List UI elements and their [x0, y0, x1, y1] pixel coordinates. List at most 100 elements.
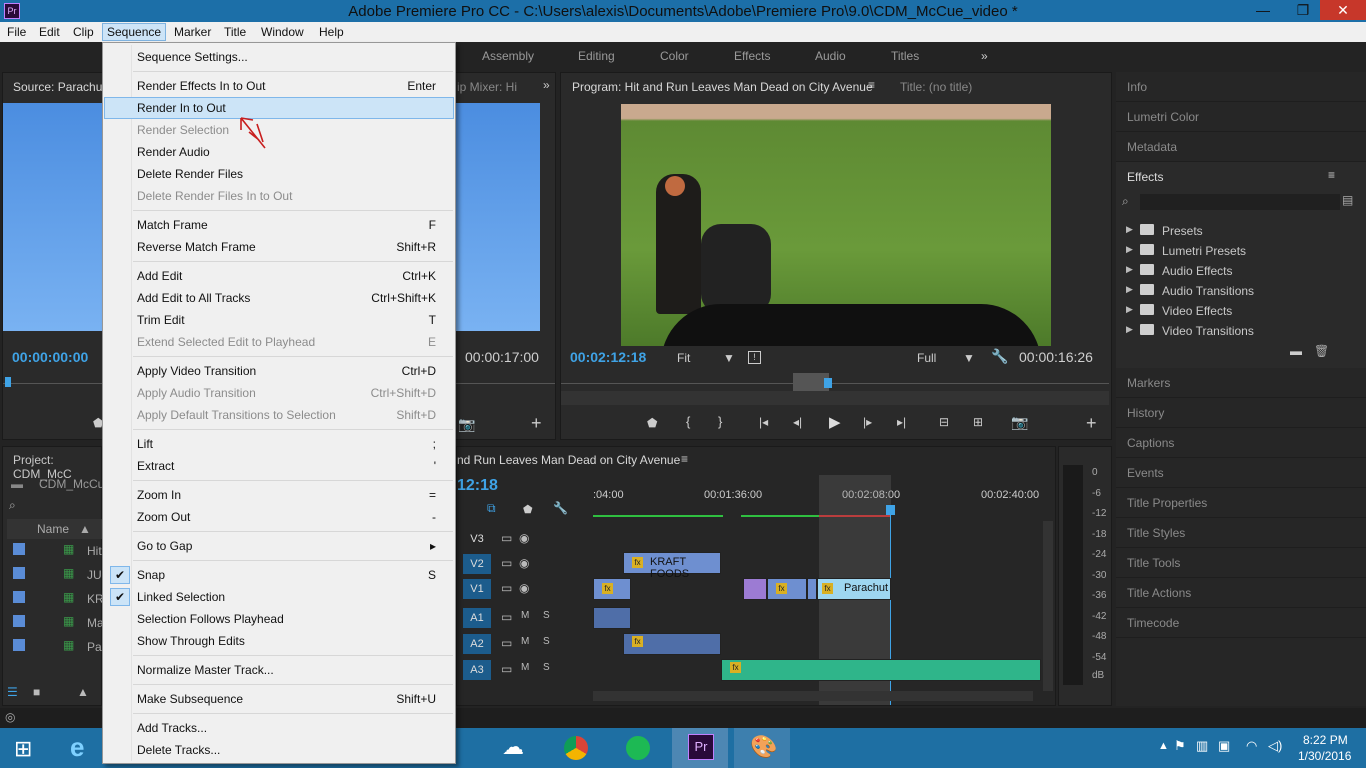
label-color-swatch[interactable]	[13, 567, 25, 579]
menu-item-apply-audio-transition[interactable]: Apply Audio Transition Ctrl+Shift+D	[104, 382, 454, 404]
panel-captions[interactable]: Captions	[1116, 428, 1366, 458]
menu-item-sequence-settings[interactable]: Sequence Settings...	[104, 46, 454, 68]
chrome-icon[interactable]	[548, 728, 604, 768]
expand-arrow-icon[interactable]: ▶	[1126, 264, 1133, 275]
menu-item-apply-default-transitions[interactable]: Apply Default Transitions to Selection Sh…	[104, 404, 454, 426]
menu-title[interactable]: Title	[224, 25, 246, 39]
menu-item-delete-render-files[interactable]: Delete Render Files	[104, 163, 454, 185]
menu-item-add-edit[interactable]: Add Edit Ctrl+K	[104, 265, 454, 287]
premiere-taskbar-icon[interactable]: Pr	[672, 728, 728, 768]
project-item[interactable]: Hit	[87, 544, 102, 558]
menu-item-show-through-edits[interactable]: Show Through Edits	[104, 630, 454, 652]
expand-arrow-icon[interactable]: ▶	[1126, 324, 1133, 335]
effects-item-video-effects[interactable]: ▶ Video Effects	[1122, 300, 1342, 320]
workspace-titles[interactable]: Titles	[891, 49, 919, 63]
source-title[interactable]: Source: Parachute	[13, 80, 112, 94]
list-view-icon[interactable]: ☰	[7, 685, 18, 699]
start-button[interactable]: ⊞	[0, 728, 56, 768]
volume-icon[interactable]: ◁)	[1268, 738, 1282, 754]
track-v2-label[interactable]: V2	[463, 554, 491, 574]
mark-out-icon[interactable]: }	[718, 414, 722, 429]
solo-button[interactable]: S	[543, 636, 550, 647]
label-color-swatch[interactable]	[13, 615, 25, 627]
menu-item-zoom-in[interactable]: Zoom In =	[104, 484, 454, 506]
workspace-audio[interactable]: Audio	[815, 49, 846, 63]
clock-date[interactable]: 1/30/2016	[1298, 749, 1351, 763]
menu-item-match-frame[interactable]: Match Frame F	[104, 214, 454, 236]
paint-taskbar-icon[interactable]: 🎨	[734, 728, 790, 768]
menu-item-render-audio[interactable]: Render Audio	[104, 141, 454, 163]
col-name-header[interactable]: Name	[37, 522, 69, 536]
menu-item-render-selection[interactable]: Render Selection	[104, 119, 454, 141]
export-frame-icon[interactable]: 📷	[1011, 414, 1028, 431]
program-playhead[interactable]	[824, 378, 832, 388]
close-button[interactable]: ✕	[1320, 0, 1366, 20]
panel-events[interactable]: Events	[1116, 458, 1366, 488]
effects-title[interactable]: Effects	[1127, 170, 1163, 184]
audio-clip-a1[interactable]	[593, 607, 631, 629]
clip-v1[interactable]	[807, 578, 817, 600]
clip-parachute[interactable]: fx Parachut	[817, 578, 891, 600]
menu-clip[interactable]: Clip	[73, 25, 94, 39]
film-icon[interactable]: ▭	[501, 556, 512, 570]
panel-overflow-icon[interactable]: »	[543, 78, 550, 92]
status-icon[interactable]: ◎	[5, 710, 15, 724]
menu-item-extend-edit[interactable]: Extend Selected Edit to Playhead E	[104, 331, 454, 353]
mark-in-icon[interactable]: {	[686, 414, 690, 429]
label-color-swatch[interactable]	[13, 543, 25, 555]
menu-file[interactable]: File	[7, 25, 26, 39]
menu-item-trim-edit[interactable]: Trim Edit T	[104, 309, 454, 331]
track-a3-label[interactable]: A3	[463, 660, 491, 680]
mute-button[interactable]: M	[521, 610, 529, 621]
quality-dropdown[interactable]: Full ▼	[917, 351, 977, 367]
workspace-color[interactable]: Color	[660, 49, 689, 63]
source-timecode-in[interactable]: 00:00:00:00	[12, 349, 88, 365]
menu-item-normalize-master[interactable]: Normalize Master Track...	[104, 659, 454, 681]
menu-item-selection-follows-playhead[interactable]: Selection Follows Playhead	[104, 608, 454, 630]
workspace-editing[interactable]: Editing	[578, 49, 615, 63]
expand-arrow-icon[interactable]: ▶	[1126, 244, 1133, 255]
maximize-button[interactable]: ❐	[1288, 0, 1318, 20]
effects-item-audio-effects[interactable]: ▶ Audio Effects	[1122, 260, 1342, 280]
menu-item-make-subsequence[interactable]: Make Subsequence Shift+U	[104, 688, 454, 710]
label-color-swatch[interactable]	[13, 591, 25, 603]
program-scrollbar[interactable]	[561, 391, 1109, 405]
mute-button[interactable]: M	[521, 662, 529, 673]
export-frame-icon[interactable]: 📷	[458, 416, 475, 433]
effects-search-input[interactable]	[1140, 194, 1340, 210]
film-icon[interactable]: ▭	[501, 531, 512, 545]
effects-item-video-transitions[interactable]: ▶ Video Transitions	[1122, 320, 1342, 340]
workspace-effects[interactable]: Effects	[734, 49, 770, 63]
clipboard-icon[interactable]: ▤	[1342, 193, 1353, 207]
trash-icon[interactable]: 🗑	[1314, 344, 1329, 358]
eye-icon[interactable]: ◉	[519, 531, 529, 545]
playhead-handle[interactable]	[886, 505, 895, 515]
menu-edit[interactable]: Edit	[39, 25, 60, 39]
audio-clip-a3[interactable]: fx	[721, 659, 1041, 681]
add-button-icon[interactable]: +	[1086, 413, 1097, 434]
menu-item-delete-render-files-in-out[interactable]: Delete Render Files In to Out	[104, 185, 454, 207]
menu-marker[interactable]: Marker	[174, 25, 211, 39]
wrench-icon[interactable]: 🔧	[553, 501, 568, 515]
lift-icon[interactable]: ⊟	[939, 415, 949, 429]
menu-item-zoom-out[interactable]: Zoom Out -	[104, 506, 454, 528]
menu-item-render-in-to-out[interactable]: Render In to Out	[104, 97, 454, 149]
effects-item-presets[interactable]: ▶ Presets	[1122, 220, 1342, 240]
menu-item-delete-tracks[interactable]: Delete Tracks...	[104, 739, 454, 761]
clip-v1[interactable]: fx	[593, 578, 631, 600]
expand-arrow-icon[interactable]: ▶	[1126, 224, 1133, 235]
workspace-assembly[interactable]: Assembly	[482, 49, 534, 63]
spotify-icon[interactable]	[610, 728, 666, 768]
panel-markers[interactable]: Markers	[1116, 368, 1366, 398]
track-v3-label[interactable]: V3	[463, 529, 491, 549]
track-a1-label[interactable]: A1	[463, 608, 491, 628]
slider-icon[interactable]: ▲	[77, 685, 89, 699]
step-forward-icon[interactable]: |▸	[863, 415, 872, 429]
program-ruler[interactable]	[561, 383, 1109, 384]
play-icon[interactable]: ▶	[829, 413, 841, 431]
clip-v1[interactable]: fx	[767, 578, 807, 600]
film-icon[interactable]: ▭	[501, 581, 512, 595]
go-to-out-icon[interactable]: ▸|	[897, 415, 906, 429]
panel-title-properties[interactable]: Title Properties	[1116, 488, 1366, 518]
panel-title-actions[interactable]: Title Actions	[1116, 578, 1366, 608]
